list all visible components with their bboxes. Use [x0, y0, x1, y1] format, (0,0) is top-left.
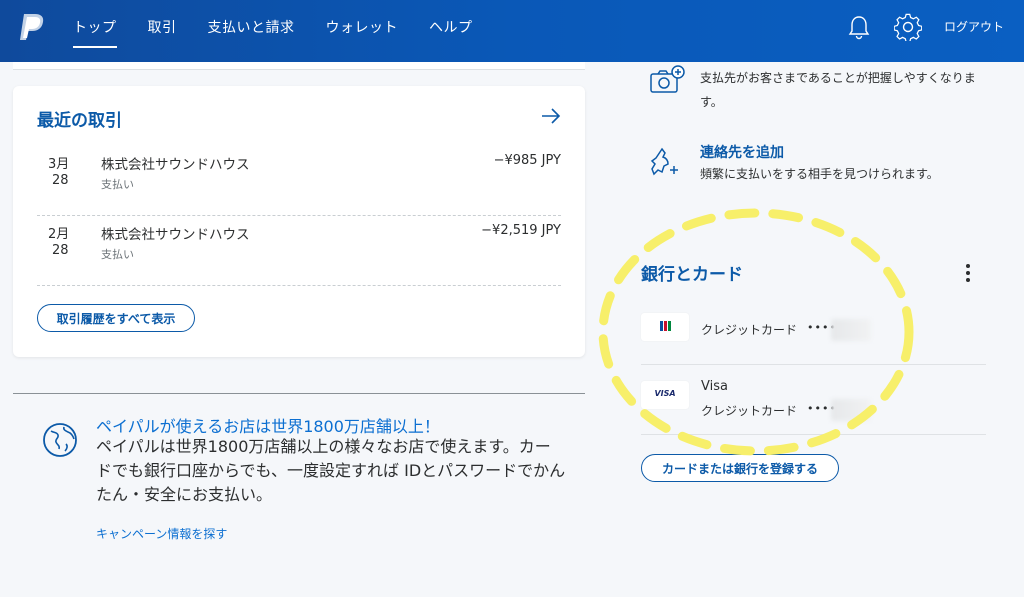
banks-and-cards-title: 銀行とカード	[641, 265, 743, 285]
divider	[13, 393, 585, 394]
divider	[37, 215, 561, 216]
visa-card-logo: VISA	[641, 381, 689, 409]
more-options-icon[interactable]	[962, 262, 974, 284]
top-navigation-bar: トップ 取引 支払いと請求 ウォレット ヘルプ ログアウト	[0, 0, 1024, 62]
gear-icon[interactable]	[894, 13, 922, 41]
jcb-logo-icon	[659, 321, 671, 331]
main-nav: トップ 取引 支払いと請求 ウォレット ヘルプ	[73, 17, 504, 48]
transaction-merchant: 株式会社サウンドハウス	[101, 227, 250, 243]
recent-transactions-title: 最近の取引	[37, 111, 122, 131]
card-row-visa[interactable]: VISA Visa クレジットカード ••••	[641, 365, 986, 435]
jcb-card-logo	[641, 313, 689, 341]
redacted-card-number	[831, 319, 871, 341]
recent-transactions-card: 最近の取引 3月 28 株式会社サウンドハウス 支払い −¥985 JPY 2月…	[13, 86, 585, 357]
add-contact-link[interactable]: 連絡先を追加	[700, 142, 784, 162]
promo-title: ペイパルが使えるお店は世界1800万店舗以上！	[96, 417, 440, 436]
photo-description: 支払先がお客さまであることが把握しやすくなります。	[700, 71, 976, 109]
camera-add-icon	[650, 65, 685, 93]
transaction-month: 2月	[48, 227, 70, 242]
globe-icon	[43, 423, 77, 457]
card-type-label: クレジットカード	[701, 323, 798, 337]
transaction-day: 28	[52, 173, 69, 188]
redacted-card-number	[831, 399, 871, 421]
view-all-transactions-button[interactable]: 取引履歴をすべて表示	[37, 304, 195, 332]
transaction-amount: −¥2,519 JPY	[481, 223, 561, 238]
nav-transactions[interactable]: 取引	[148, 17, 177, 37]
transaction-amount: −¥985 JPY	[493, 153, 561, 168]
arrow-right-icon[interactable]	[540, 106, 562, 126]
visa-logo-text: VISA	[654, 389, 676, 398]
transaction-month: 3月	[48, 157, 70, 172]
paypal-logo-icon[interactable]	[18, 12, 46, 42]
previous-card-edge	[13, 62, 585, 70]
promo-text: ペイパルは世界1800万店舗以上の様々なお店で使えます。カードでも銀行口座からで…	[96, 437, 566, 504]
divider	[37, 285, 561, 286]
transaction-type: 支払い	[101, 178, 134, 191]
transaction-day: 28	[52, 243, 69, 258]
logout-link[interactable]: ログアウト	[944, 18, 1004, 35]
contact-add-icon	[650, 147, 678, 176]
transaction-merchant: 株式会社サウンドハウス	[101, 157, 250, 173]
add-contact-description: 頻繁に支払いをする相手を見つけられます。	[700, 167, 939, 181]
transaction-row[interactable]: 2月 28 株式会社サウンドハウス 支払い −¥2,519 JPY	[37, 218, 561, 286]
transaction-row[interactable]: 3月 28 株式会社サウンドハウス 支払い −¥985 JPY	[37, 148, 561, 216]
card-brand: Visa	[701, 379, 728, 394]
bell-icon[interactable]	[847, 14, 871, 40]
transaction-type: 支払い	[101, 248, 134, 261]
nav-top[interactable]: トップ	[73, 17, 117, 48]
nav-wallet[interactable]: ウォレット	[326, 17, 399, 37]
nav-help[interactable]: ヘルプ	[429, 17, 473, 37]
campaign-link[interactable]: キャンペーン情報を探す	[96, 525, 227, 542]
register-card-or-bank-button[interactable]: カードまたは銀行を登録する	[641, 454, 839, 482]
card-row-jcb[interactable]: クレジットカード ••••	[641, 295, 986, 365]
nav-payments[interactable]: 支払いと請求	[208, 17, 295, 37]
card-type-label: クレジットカード	[701, 404, 798, 418]
